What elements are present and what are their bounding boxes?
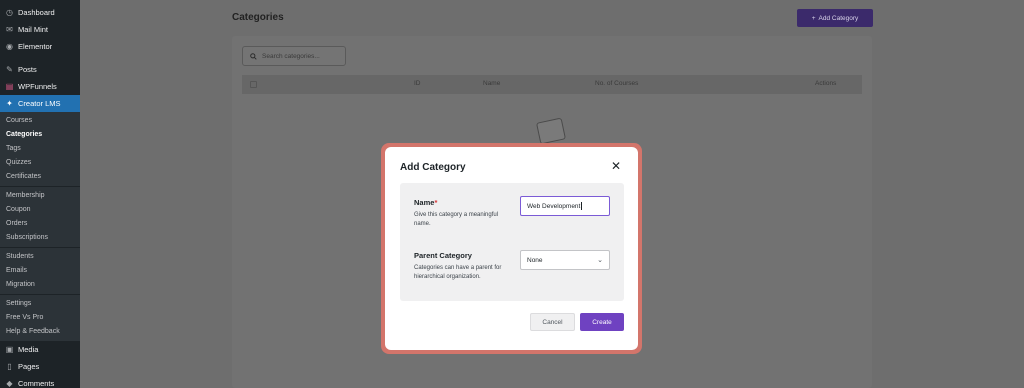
parent-category-label: Parent Category: [414, 251, 472, 260]
name-input[interactable]: Web Development: [520, 196, 610, 216]
search-input[interactable]: Search categories...: [242, 46, 346, 66]
menu-item-wpfunnels[interactable]: ▤ WPFunnels: [0, 78, 80, 95]
media-icon: ▣: [5, 345, 14, 354]
name-label: Name*: [414, 198, 438, 207]
submenu-divider: [0, 186, 80, 187]
admin-sidebar: ◷ Dashboard ✉ Mail Mint ◉ Elementor ✎ Po…: [0, 0, 80, 388]
pages-icon: ▯: [7, 362, 12, 371]
submenu-free-vs-pro[interactable]: Free Vs Pro: [0, 311, 80, 325]
submenu-quizzes[interactable]: Quizzes: [0, 156, 80, 170]
column-no-of-courses: No. of Courses: [595, 80, 639, 87]
menu-item-comments[interactable]: ◆ Comments: [0, 375, 80, 388]
form-panel: Name* Give this category a meaningful na…: [400, 183, 624, 301]
elementor-icon: ◉: [6, 42, 13, 51]
menu-item-mail-mint[interactable]: ✉ Mail Mint: [0, 21, 80, 38]
submenu-migration[interactable]: Migration: [0, 278, 80, 292]
modal-title: Add Category: [400, 162, 466, 173]
mail-icon: ✉: [6, 25, 13, 34]
page-title: Categories: [232, 12, 284, 23]
submenu-tags[interactable]: Tags: [0, 142, 80, 156]
add-category-button[interactable]: + Add Category: [797, 9, 873, 27]
create-button[interactable]: Create: [580, 313, 624, 331]
submenu-subscriptions[interactable]: Subscriptions: [0, 231, 80, 245]
submenu-membership[interactable]: Membership: [0, 189, 80, 203]
submenu-divider: [0, 247, 80, 248]
submenu-certificates[interactable]: Certificates: [0, 170, 80, 184]
column-name: Name: [483, 80, 501, 87]
close-icon[interactable]: ✕: [610, 160, 622, 172]
submenu-coupon[interactable]: Coupon: [0, 203, 80, 217]
submenu-emails[interactable]: Emails: [0, 264, 80, 278]
submenu-divider: [0, 294, 80, 295]
dashboard-icon: ◷: [6, 8, 13, 17]
comments-icon: ◆: [6, 379, 13, 388]
submenu-orders[interactable]: Orders: [0, 217, 80, 231]
menu-item-dashboard[interactable]: ◷ Dashboard: [0, 4, 80, 21]
creator-lms-submenu: Courses Categories Tags Quizzes Certific…: [0, 112, 80, 341]
menu-item-creator-lms[interactable]: ✦ Creator LMS: [0, 95, 80, 112]
menu-item-media[interactable]: ▣ Media: [0, 341, 80, 358]
submenu-categories[interactable]: Categories: [0, 128, 80, 142]
submenu-courses[interactable]: Courses: [0, 114, 80, 128]
parent-category-description: Categories can have a parent for hierarc…: [414, 265, 502, 280]
chevron-down-icon: ⌄: [597, 257, 603, 264]
submenu-students[interactable]: Students: [0, 250, 80, 264]
name-description: Give this category a meaningful name.: [414, 212, 499, 227]
column-id: ID: [414, 80, 421, 87]
text-cursor: [581, 202, 583, 210]
column-actions: Actions: [815, 80, 837, 87]
submenu-help-feedback[interactable]: Help & Feedback: [0, 325, 80, 339]
add-category-modal: Add Category ✕ Name* Give this category …: [385, 147, 638, 350]
parent-category-select[interactable]: None ⌄: [520, 250, 610, 270]
menu-item-elementor[interactable]: ◉ Elementor: [0, 38, 80, 55]
menu-item-posts[interactable]: ✎ Posts: [0, 61, 80, 78]
submenu-settings[interactable]: Settings: [0, 297, 80, 311]
funnel-icon: ▤: [5, 82, 14, 91]
select-all-checkbox[interactable]: [250, 81, 257, 88]
menu-item-pages[interactable]: ▯ Pages: [0, 358, 80, 375]
cancel-button[interactable]: Cancel: [530, 313, 575, 331]
table-header: ID Name No. of Courses Actions: [242, 75, 862, 94]
pin-icon: ✎: [6, 65, 13, 74]
search-icon: [250, 52, 257, 60]
plus-icon: +: [811, 14, 816, 22]
required-marker: *: [434, 198, 438, 207]
lms-icon: ✦: [6, 99, 13, 108]
